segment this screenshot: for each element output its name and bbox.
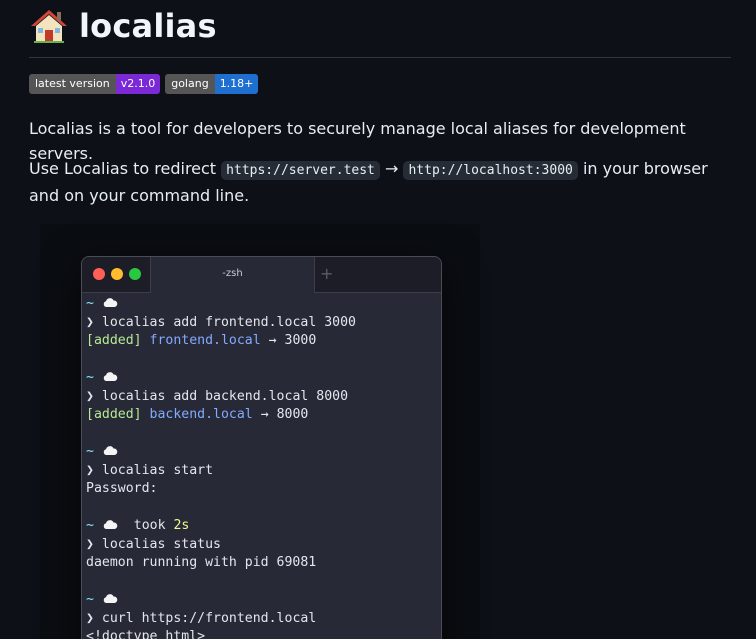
alias-target: → 8000 bbox=[252, 407, 309, 422]
redirect-paragraph: Use Localias to redirect https://server.… bbox=[29, 156, 729, 208]
terminal-window: -zsh + ~ ❯ localias add frontend.local 3… bbox=[81, 256, 442, 639]
took-duration: 2s bbox=[173, 518, 190, 533]
alias-host: frontend.local bbox=[149, 333, 261, 348]
badge-value: v2.1.0 bbox=[115, 74, 161, 94]
badge-value: 1.18+ bbox=[214, 74, 259, 94]
added-tag: [added] bbox=[86, 333, 150, 348]
output-text: <!doctype html> bbox=[86, 629, 206, 639]
terminal-line: ~ took 2s bbox=[86, 517, 441, 536]
alias-host: backend.local bbox=[149, 407, 253, 422]
added-tag: [added] bbox=[86, 407, 150, 422]
latest-version-badge[interactable]: latest version v2.1.0 bbox=[29, 74, 161, 94]
badge-label: latest version bbox=[29, 74, 116, 94]
command-text: localias add backend.local 8000 bbox=[101, 388, 349, 404]
badge-label: golang bbox=[165, 74, 215, 94]
prompt-chevron: ❯ bbox=[86, 388, 102, 404]
command-text: localias status bbox=[101, 536, 221, 552]
terminal-line: daemon running with pid 69081 bbox=[86, 554, 441, 573]
readme-page: localias latest version v2.1.0 golang 1.… bbox=[0, 0, 756, 639]
output-text: Password: bbox=[86, 481, 158, 496]
prompt-tilde: ~ bbox=[86, 592, 102, 607]
arrow-text: → bbox=[384, 159, 399, 178]
cloud-icon bbox=[103, 372, 118, 381]
terminal-line: ~ bbox=[86, 369, 441, 388]
prompt-tilde: ~ bbox=[86, 518, 102, 533]
terminal-line: <!doctype html> bbox=[86, 628, 441, 639]
minimize-light-icon[interactable] bbox=[111, 268, 123, 280]
took-label: took bbox=[117, 518, 174, 533]
prompt-tilde: ~ bbox=[86, 296, 102, 311]
terminal-line: ~ bbox=[86, 591, 441, 610]
prompt-tilde: ~ bbox=[86, 370, 102, 385]
cloud-icon bbox=[103, 298, 118, 307]
output-text: daemon running with pid 69081 bbox=[86, 555, 317, 570]
command-text: localias add frontend.local 3000 bbox=[101, 314, 356, 330]
cloud-icon bbox=[103, 446, 118, 455]
prompt-chevron: ❯ bbox=[86, 610, 102, 626]
command-text: localias start bbox=[101, 462, 214, 478]
badge-row: latest version v2.1.0 golang 1.18+ bbox=[29, 74, 259, 94]
redirect-prefix: Use Localias to redirect bbox=[29, 159, 217, 178]
terminal-tabbar: -zsh + bbox=[82, 257, 441, 293]
terminal-line: ❯ curl https://frontend.local bbox=[86, 610, 441, 629]
terminal-line: ~ bbox=[86, 443, 441, 462]
page-title: localias bbox=[79, 7, 217, 45]
terminal-line: [added] backend.local → 8000 bbox=[86, 406, 441, 425]
terminal-line: ❯ localias add frontend.local 3000 bbox=[86, 314, 441, 333]
new-tab-icon[interactable]: + bbox=[320, 264, 333, 284]
to-url-code: http://localhost:3000 bbox=[403, 161, 578, 180]
terminal-line: Password: bbox=[86, 480, 441, 499]
terminal-line: ❯ localias start bbox=[86, 462, 441, 481]
prompt-chevron: ❯ bbox=[86, 536, 102, 552]
title-row: localias bbox=[29, 6, 217, 46]
title-divider bbox=[29, 57, 731, 58]
terminal-line: [added] frontend.local → 3000 bbox=[86, 332, 441, 351]
alias-target: → 3000 bbox=[260, 333, 317, 348]
prompt-tilde: ~ bbox=[86, 444, 102, 459]
prompt-chevron: ❯ bbox=[86, 314, 102, 330]
terminal-line: ❯ localias add backend.local 8000 bbox=[86, 388, 441, 407]
cloud-icon bbox=[103, 594, 118, 603]
cloud-icon bbox=[103, 520, 118, 529]
window-controls bbox=[93, 268, 141, 280]
tab-zsh[interactable]: -zsh bbox=[150, 257, 315, 293]
prompt-chevron: ❯ bbox=[86, 462, 102, 478]
house-icon bbox=[31, 10, 67, 43]
terminal-line: ❯ localias status bbox=[86, 536, 441, 555]
golang-badge[interactable]: golang 1.18+ bbox=[165, 74, 259, 94]
from-url-code: https://server.test bbox=[221, 161, 380, 180]
terminal-output[interactable]: ~ ❯ localias add frontend.local 3000 [add… bbox=[82, 293, 441, 639]
command-text: curl https://frontend.local bbox=[101, 610, 317, 626]
terminal-line: ~ bbox=[86, 295, 441, 314]
close-light-icon[interactable] bbox=[93, 268, 105, 280]
zoom-light-icon[interactable] bbox=[129, 268, 141, 280]
